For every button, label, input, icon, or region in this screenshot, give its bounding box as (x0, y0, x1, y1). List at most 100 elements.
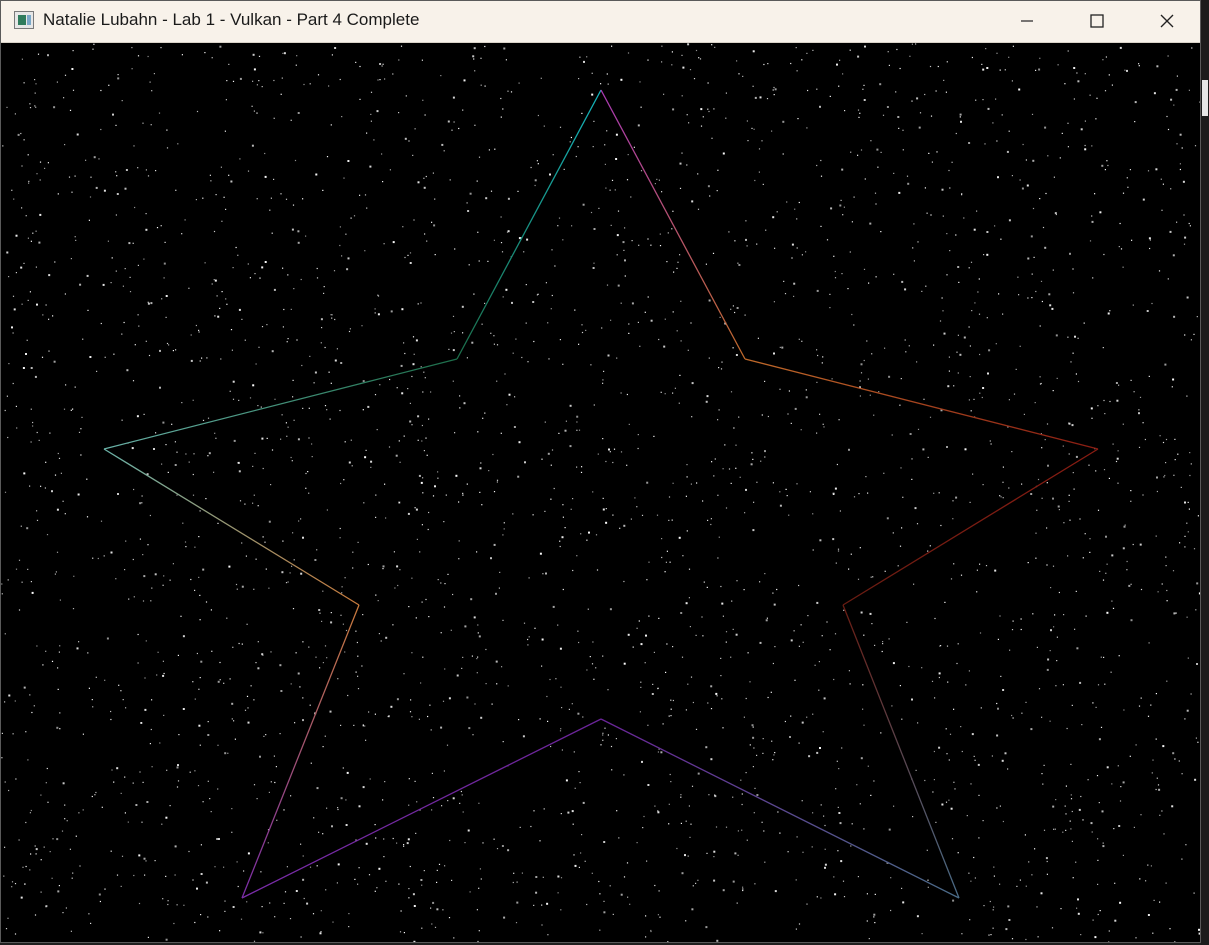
star-point (860, 363, 863, 366)
star-point (923, 398, 925, 400)
star-point (991, 755, 993, 757)
star-point (424, 114, 426, 116)
star-point (330, 124, 332, 126)
star-point (947, 385, 950, 388)
star-point (822, 731, 824, 733)
star-point (200, 914, 202, 916)
star-point (476, 658, 478, 660)
star-point (933, 492, 935, 494)
application-window: Natalie Lubahn - Lab 1 - Vulkan - Part 4… (0, 0, 1201, 943)
star-point (46, 767, 48, 770)
star-point (295, 64, 297, 66)
star-point (274, 398, 276, 400)
star-point (1184, 546, 1186, 548)
star-point (474, 124, 476, 126)
star-point (235, 583, 238, 586)
star-point (70, 258, 72, 260)
star-point (740, 779, 742, 781)
star-point (189, 771, 191, 773)
star-point (706, 852, 708, 854)
star-point (801, 254, 803, 256)
star-point (826, 621, 828, 623)
star-point (1112, 443, 1114, 445)
star-point (1146, 310, 1149, 312)
star-point (120, 690, 122, 692)
star-point (560, 909, 562, 911)
star-point (36, 645, 38, 647)
star-point (284, 891, 287, 893)
star-point (261, 266, 264, 269)
close-button[interactable] (1132, 1, 1200, 41)
star-point (339, 226, 341, 228)
star-point (728, 468, 731, 470)
star-point (29, 812, 31, 814)
star-point (121, 855, 124, 857)
star-point (669, 773, 671, 776)
title-bar[interactable]: Natalie Lubahn - Lab 1 - Vulkan - Part 4… (1, 1, 1200, 43)
star-point (936, 151, 938, 153)
star-point (1178, 760, 1180, 762)
star-point (584, 860, 586, 862)
star-point (582, 203, 585, 206)
star-point (1157, 591, 1159, 593)
star-point (1041, 300, 1043, 303)
star-point (340, 614, 342, 616)
star-point (253, 699, 255, 701)
star-point (292, 204, 295, 206)
star-point (425, 598, 427, 601)
star-point (374, 308, 376, 310)
star-point (411, 652, 413, 654)
star-point (162, 660, 164, 662)
star-point (916, 523, 919, 525)
star-point (444, 865, 446, 867)
star-point (108, 84, 110, 86)
star-point (666, 261, 668, 263)
star-point (968, 670, 970, 672)
star-point (1092, 919, 1094, 921)
star-point (388, 446, 391, 448)
star-point (998, 293, 1000, 295)
star-point (80, 428, 82, 430)
window-app-icon[interactable] (14, 11, 34, 29)
star-point (256, 112, 258, 114)
star-point (300, 278, 302, 281)
star-point (681, 656, 684, 658)
star-point (466, 696, 469, 699)
render-viewport[interactable] (1, 43, 1200, 942)
star-point (463, 79, 466, 82)
star-point (912, 816, 914, 818)
star-point (646, 860, 648, 862)
star-point (705, 263, 707, 265)
scrollbar-thumb[interactable] (1202, 80, 1208, 116)
star-point (257, 405, 259, 407)
star-point (1101, 810, 1104, 813)
star-point (1111, 84, 1113, 86)
star-point (64, 804, 66, 806)
star-point (72, 408, 74, 410)
star-point (410, 699, 412, 701)
star-point (292, 379, 294, 381)
star-point (732, 305, 734, 307)
star-point (420, 682, 422, 684)
star-point (365, 449, 367, 451)
star-point (382, 63, 384, 65)
star-point (369, 165, 372, 168)
star-point (496, 848, 499, 850)
star-point (949, 187, 951, 189)
star-point (1193, 892, 1195, 894)
star-point (226, 617, 228, 619)
star-point (843, 609, 845, 611)
star-point (697, 173, 699, 175)
star-point (541, 924, 543, 926)
star-point (302, 407, 304, 409)
star-point (754, 787, 756, 789)
star-point (545, 572, 547, 575)
star-point (974, 302, 976, 304)
star-point (541, 458, 543, 460)
star-point (8, 363, 10, 365)
star-point (809, 491, 811, 493)
minimize-button[interactable] (992, 1, 1062, 41)
star-point (192, 473, 194, 476)
maximize-button[interactable] (1062, 1, 1132, 41)
star-point (490, 190, 493, 192)
